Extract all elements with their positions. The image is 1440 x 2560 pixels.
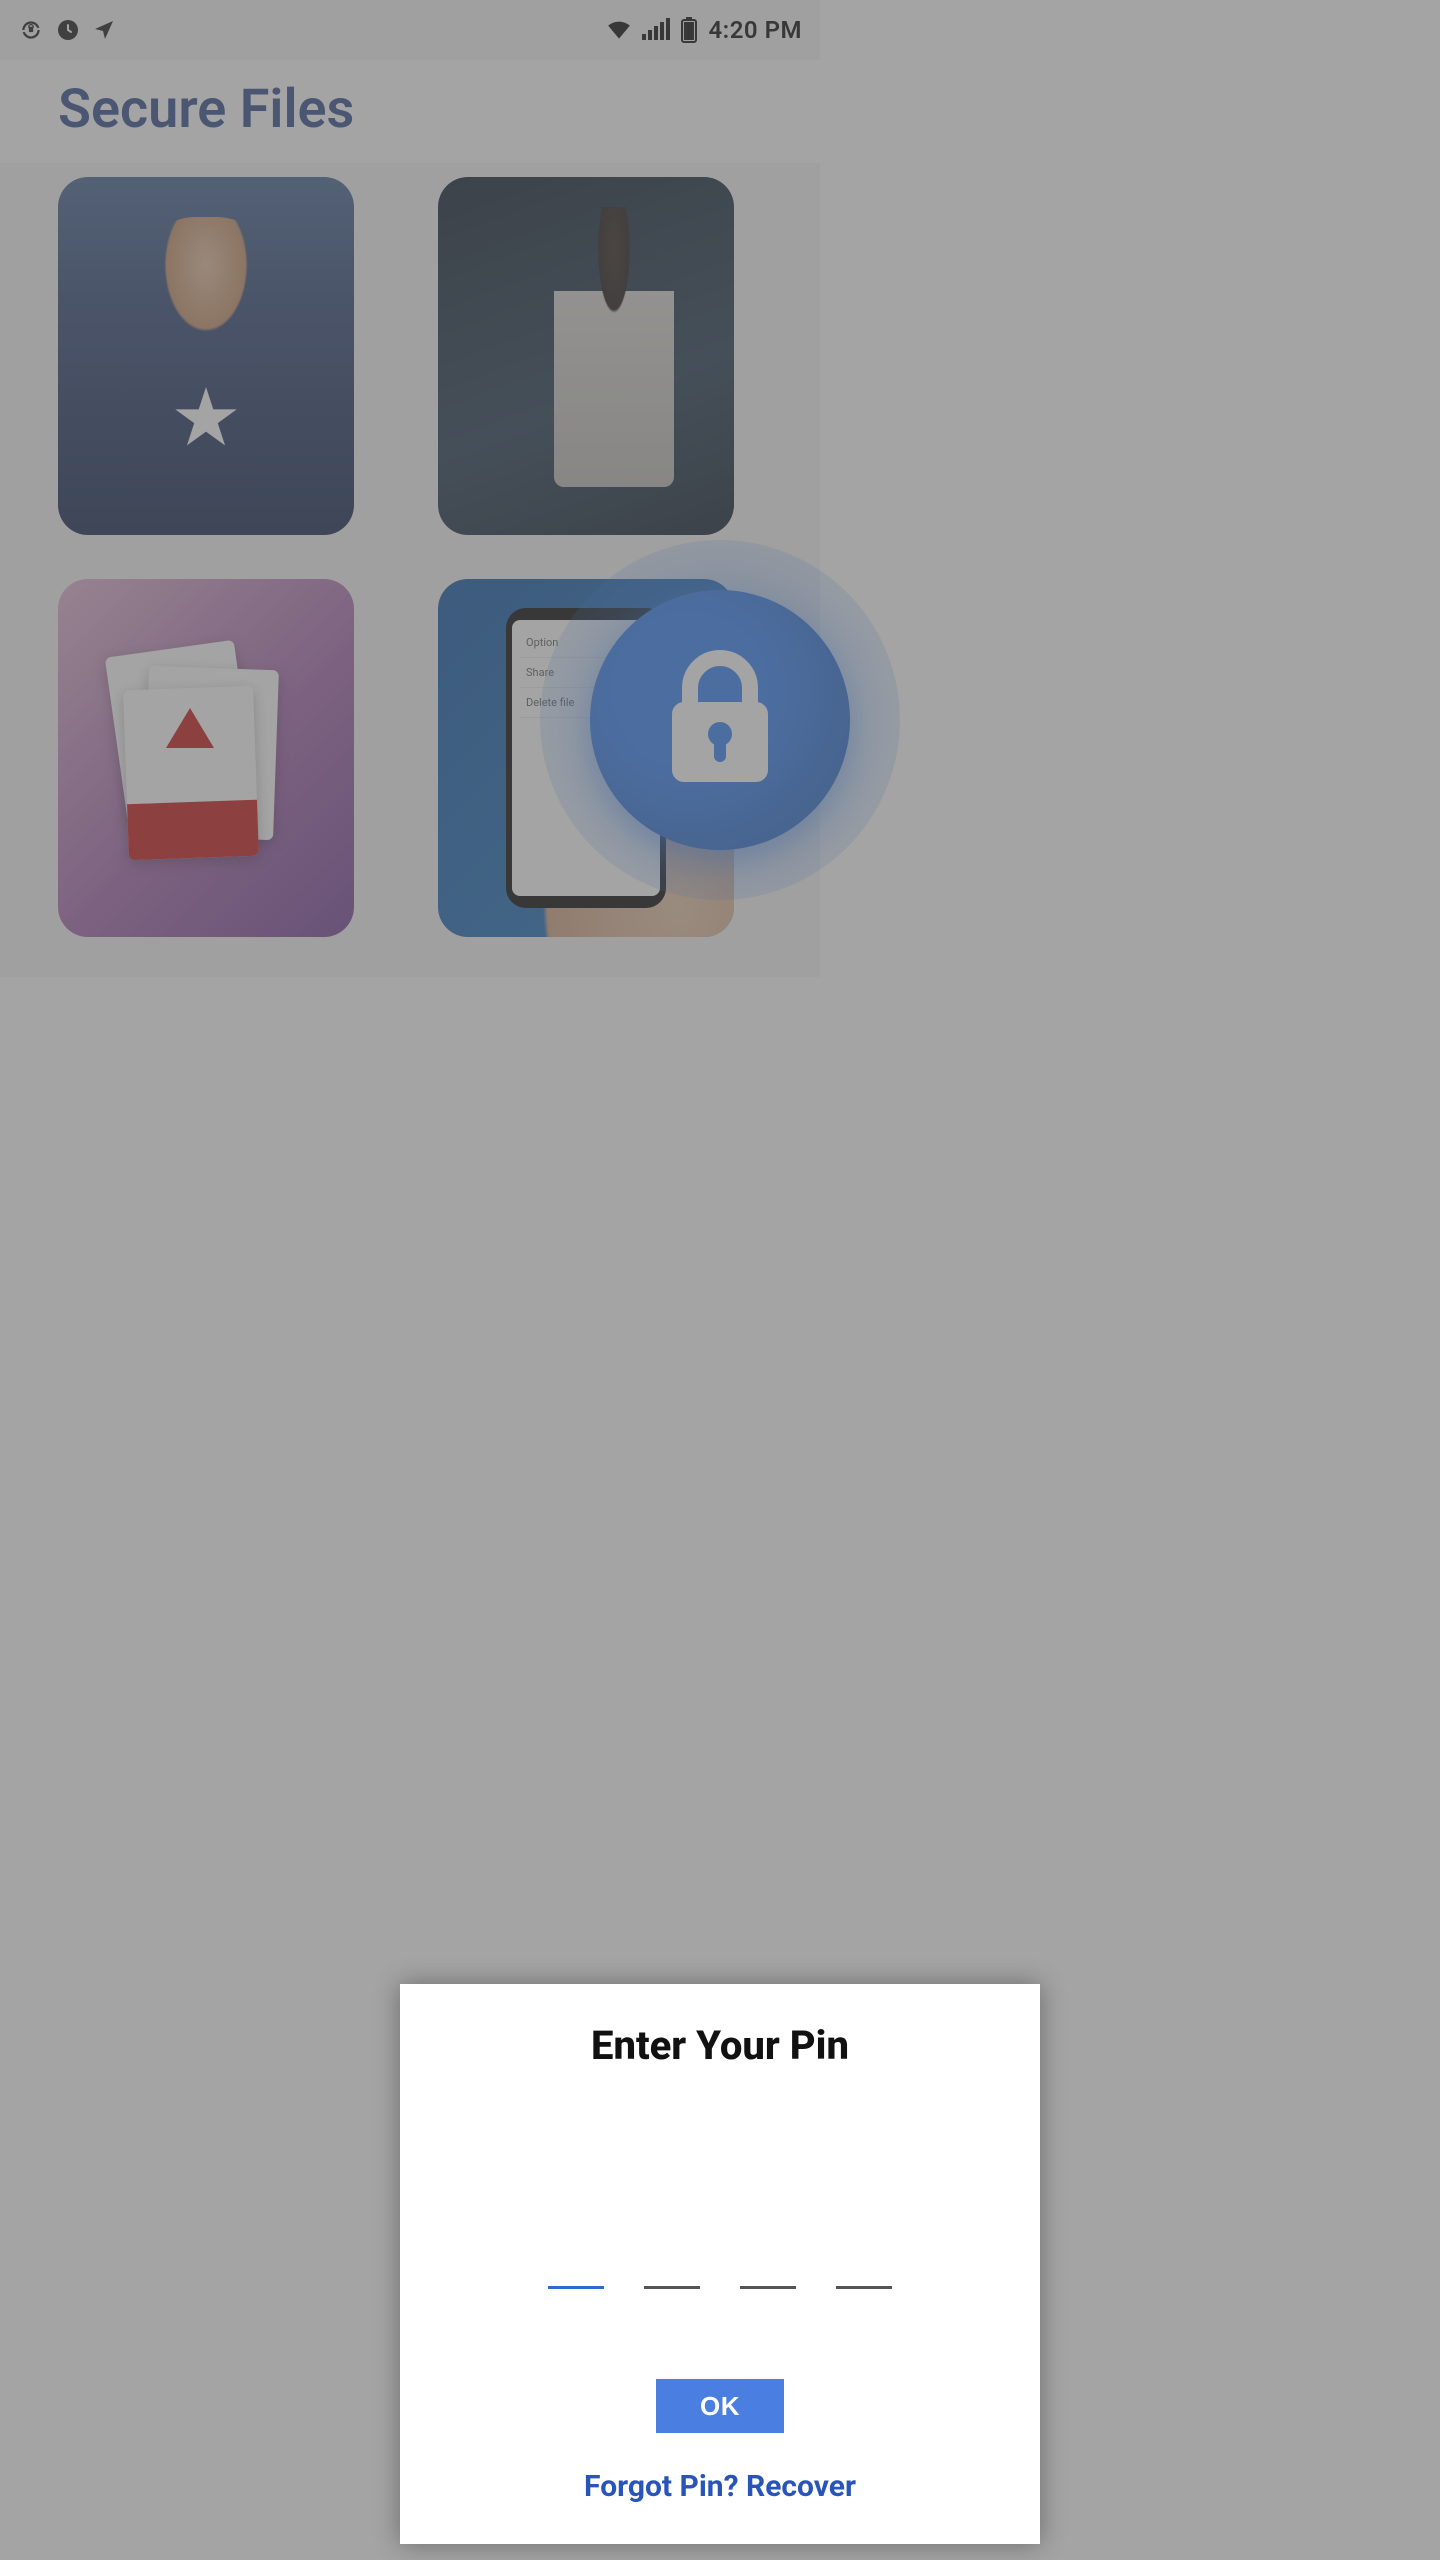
pin-digit-4[interactable] [836, 2249, 892, 2289]
ok-button[interactable]: OK [656, 2379, 784, 2433]
dialog-title: Enter Your Pin [430, 2022, 1010, 2069]
pin-digit-1[interactable] [548, 2249, 604, 2289]
forgot-pin-link[interactable]: Forgot Pin? Recover [430, 2469, 1010, 2504]
pin-input-row [430, 2249, 1010, 2289]
pin-dialog: Enter Your Pin OK Forgot Pin? Recover [400, 1984, 1040, 2544]
pin-digit-2[interactable] [644, 2249, 700, 2289]
pin-digit-3[interactable] [740, 2249, 796, 2289]
